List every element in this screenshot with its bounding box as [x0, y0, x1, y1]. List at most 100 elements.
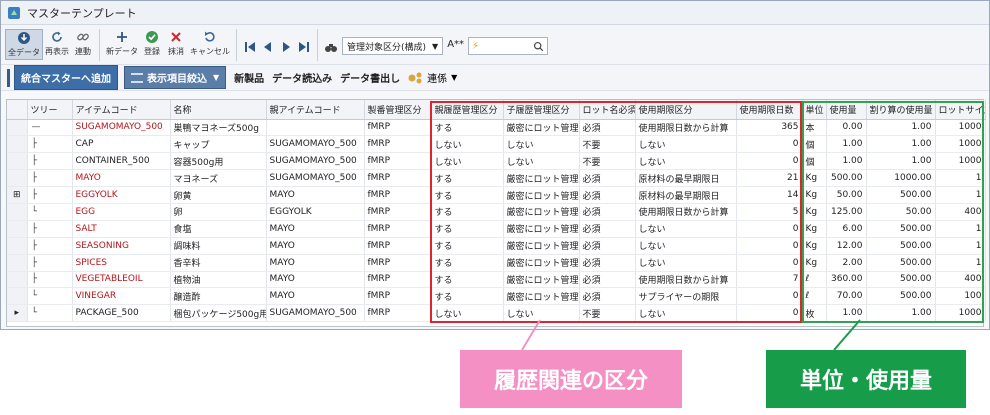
- cell-div-usage[interactable]: 500.00: [866, 237, 936, 255]
- cell-expiry-type[interactable]: しない: [635, 304, 737, 323]
- add-to-master-button[interactable]: 統合マスターへ追加: [14, 65, 118, 90]
- table-row[interactable]: — SUGAMOMAYO_500 巣鴨マヨネーズ500g fMRP する 厳密にロット管理…: [7, 119, 986, 137]
- cell-div-usage[interactable]: 1000.00: [866, 169, 936, 188]
- cell-tree[interactable]: ├: [27, 186, 73, 204]
- redisplay-button[interactable]: 再表示: [43, 29, 71, 58]
- cell-lot-size[interactable]: 1000: [935, 119, 986, 137]
- cell-expiry-type[interactable]: 原材料の最早期限日: [635, 169, 737, 188]
- table-row[interactable]: ├ SALT 食塩 MAYO fMRP する 厳密にロット管理 必須 しない 0 Kg 6.00 500…: [7, 220, 986, 238]
- cell-expiry-days[interactable]: 365: [736, 119, 803, 137]
- cell-mgmt[interactable]: fMRP: [364, 169, 432, 188]
- cell-child-hist[interactable]: 厳密にロット管理: [503, 271, 580, 289]
- cell-code[interactable]: CAP: [72, 135, 171, 154]
- cell-parent[interactable]: MAYO: [266, 237, 365, 255]
- cell-unit[interactable]: 本: [802, 119, 827, 137]
- cell-lot-req[interactable]: 必須: [579, 254, 636, 272]
- cell-unit[interactable]: 枚: [802, 304, 827, 323]
- cell-sel[interactable]: [7, 169, 28, 188]
- cell-lot-req[interactable]: 必須: [579, 186, 636, 204]
- cell-usage[interactable]: 500.00: [826, 169, 867, 188]
- cell-expiry-days[interactable]: 0: [736, 254, 803, 272]
- cell-tree[interactable]: ├: [27, 237, 73, 255]
- table-row[interactable]: ▸ └ PACKAGE_500 梱包パッケージ500g用 SUGAMOMAYO_500 f…: [7, 304, 986, 323]
- cell-name[interactable]: 香辛料: [170, 254, 267, 272]
- cell-sel[interactable]: ⊞: [7, 186, 28, 204]
- cell-code[interactable]: MAYO: [72, 169, 171, 188]
- table-row[interactable]: ⊞ ├ EGGYOLK 卵黄 MAYO fMRP する 厳密にロット管理 必須 原材料の最早期限…: [7, 186, 986, 204]
- cell-parent[interactable]: MAYO: [266, 254, 365, 272]
- cell-tree[interactable]: └: [27, 203, 73, 221]
- cell-usage[interactable]: 6.00: [826, 220, 867, 238]
- cell-parent-hist[interactable]: する: [431, 203, 504, 221]
- cell-sel[interactable]: [7, 287, 28, 306]
- column-header[interactable]: ロットサイズ: [935, 100, 986, 120]
- all-data-button[interactable]: 全データ: [5, 29, 43, 60]
- cell-child-hist[interactable]: しない: [503, 152, 580, 171]
- cell-mgmt[interactable]: fMRP: [364, 287, 432, 306]
- cell-expiry-days[interactable]: 21: [736, 169, 803, 188]
- cell-unit[interactable]: 個: [802, 135, 827, 154]
- cell-lot-size[interactable]: 1: [935, 254, 986, 272]
- column-header[interactable]: 単位: [802, 100, 827, 120]
- cell-div-usage[interactable]: 500.00: [866, 186, 936, 204]
- cell-child-hist[interactable]: 厳密にロット管理: [503, 186, 580, 204]
- cell-tree[interactable]: ├: [27, 220, 73, 238]
- column-header[interactable]: 使用期限日数: [736, 100, 803, 120]
- cell-tree[interactable]: —: [27, 119, 73, 137]
- cell-expiry-type[interactable]: 使用期限日数から計算: [635, 119, 737, 137]
- cell-expiry-type[interactable]: しない: [635, 220, 737, 238]
- next-record-button[interactable]: [278, 39, 294, 55]
- cell-sel[interactable]: [7, 254, 28, 272]
- cell-tree[interactable]: ├: [27, 169, 73, 188]
- cell-code[interactable]: PACKAGE_500: [72, 304, 171, 323]
- cell-div-usage[interactable]: 1.00: [866, 152, 936, 171]
- cell-div-usage[interactable]: 500.00: [866, 271, 936, 289]
- cell-mgmt[interactable]: fMRP: [364, 237, 432, 255]
- cell-code[interactable]: SEASONING: [72, 237, 171, 255]
- cell-parent-hist[interactable]: する: [431, 237, 504, 255]
- new-product-button[interactable]: 新製品: [234, 70, 264, 85]
- cell-lot-size[interactable]: 1000: [935, 135, 986, 154]
- cell-parent[interactable]: MAYO: [266, 186, 365, 204]
- table-row[interactable]: ├ VEGETABLEOIL 植物油 MAYO fMRP する 厳密にロット管理 必須 使用期限…: [7, 271, 986, 289]
- cell-name[interactable]: 梱包パッケージ500g用: [170, 304, 267, 323]
- column-header[interactable]: ツリー: [27, 100, 73, 120]
- cell-code[interactable]: VEGETABLEOIL: [72, 271, 171, 289]
- cell-code[interactable]: EGG: [72, 203, 171, 221]
- cell-expiry-type[interactable]: しない: [635, 237, 737, 255]
- cell-sel[interactable]: [7, 119, 28, 137]
- cell-parent-hist[interactable]: する: [431, 186, 504, 204]
- cell-expiry-days[interactable]: 0: [736, 135, 803, 154]
- register-button[interactable]: 登録: [140, 29, 164, 58]
- cell-tree[interactable]: ├: [27, 254, 73, 272]
- cell-lot-size[interactable]: 1: [935, 186, 986, 204]
- cell-div-usage[interactable]: 1.00: [866, 119, 936, 137]
- cell-parent[interactable]: EGGYOLK: [266, 203, 365, 221]
- cell-div-usage[interactable]: 500.00: [866, 287, 936, 306]
- cell-expiry-type[interactable]: 原材料の最早期限日: [635, 186, 737, 204]
- linkage-button[interactable]: 連係 ▼: [408, 70, 457, 85]
- cell-mgmt[interactable]: fMRP: [364, 254, 432, 272]
- cell-code[interactable]: SPICES: [72, 254, 171, 272]
- column-header[interactable]: 製番管理区分: [364, 100, 432, 120]
- cell-name[interactable]: 巣鴨マヨネーズ500g: [170, 119, 267, 137]
- cell-code[interactable]: EGGYOLK: [72, 186, 171, 204]
- previous-record-button[interactable]: [260, 39, 276, 55]
- cell-name[interactable]: 卵: [170, 203, 267, 221]
- cell-usage[interactable]: 12.00: [826, 237, 867, 255]
- cell-name[interactable]: 植物油: [170, 271, 267, 289]
- cell-mgmt[interactable]: fMRP: [364, 203, 432, 221]
- cell-name[interactable]: 調味料: [170, 237, 267, 255]
- cell-mgmt[interactable]: fMRP: [364, 119, 432, 137]
- cell-tree[interactable]: └: [27, 287, 73, 306]
- cell-usage[interactable]: 360.00: [826, 271, 867, 289]
- cell-lot-req[interactable]: 不要: [579, 304, 636, 323]
- cell-expiry-days[interactable]: 5: [736, 203, 803, 221]
- cell-mgmt[interactable]: fMRP: [364, 271, 432, 289]
- cell-child-hist[interactable]: 厳密にロット管理: [503, 203, 580, 221]
- cell-parent-hist[interactable]: する: [431, 287, 504, 306]
- table-row[interactable]: ├ CONTAINER_500 容器500g用 SUGAMOMAYO_500 fMRP し…: [7, 152, 986, 171]
- cell-child-hist[interactable]: 厳密にロット管理: [503, 287, 580, 306]
- last-record-button[interactable]: [296, 39, 312, 55]
- column-header[interactable]: アイテムコード: [72, 100, 171, 120]
